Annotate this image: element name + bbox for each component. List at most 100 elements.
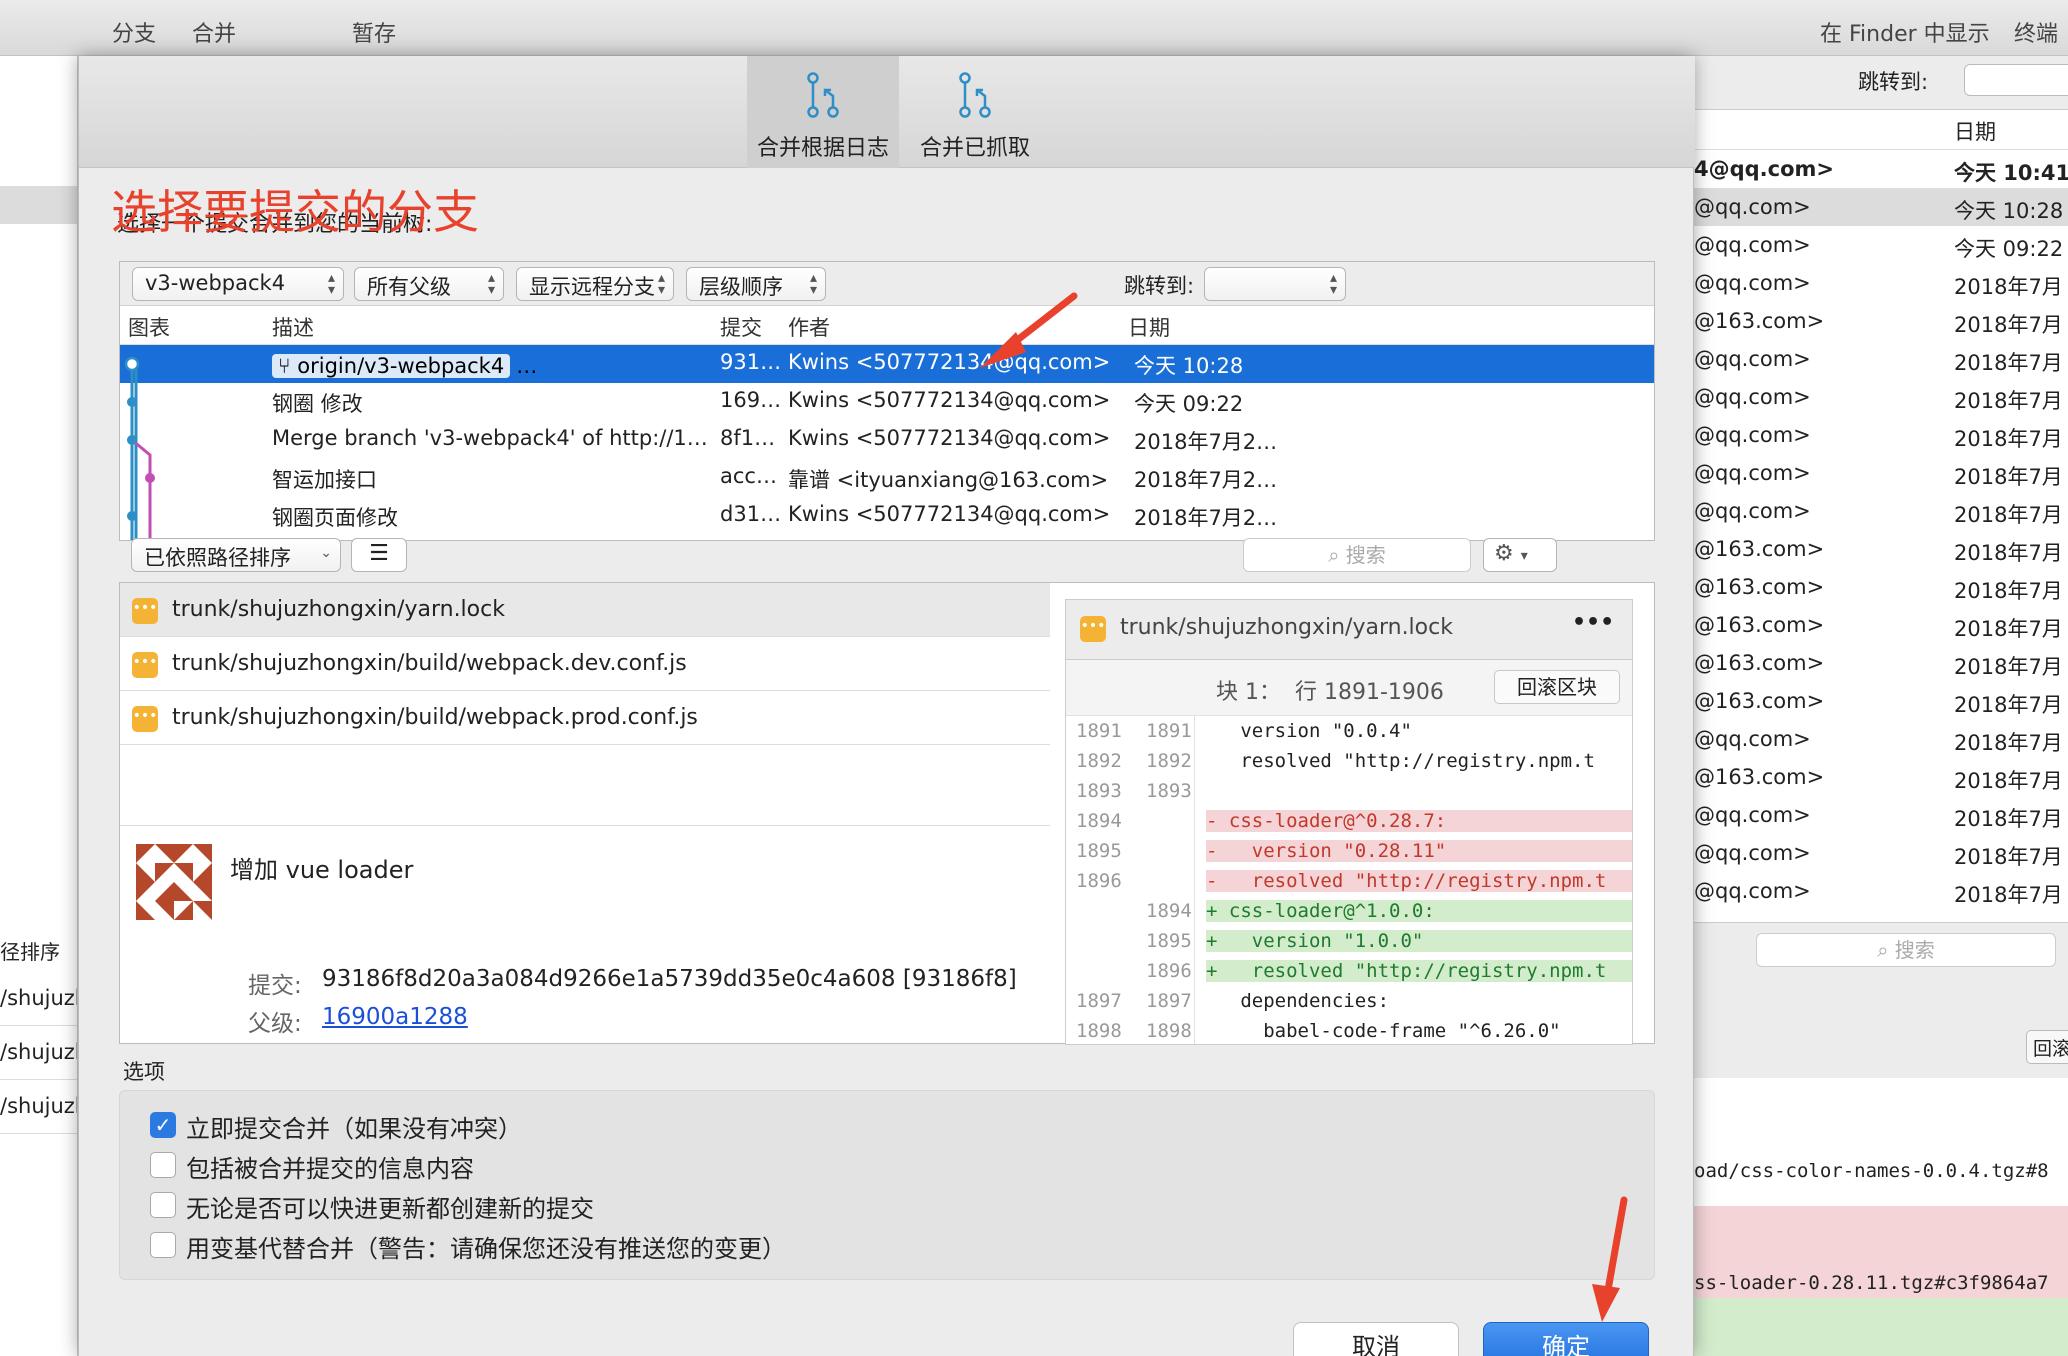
revert-hunk-button[interactable]: 回滚区块 xyxy=(1494,670,1620,704)
commit-row[interactable]: 钢圈 修改 1690...Kwins <507772134@qq.com> 今天 0… xyxy=(120,383,1654,421)
right-jump-select[interactable] xyxy=(1964,64,2068,96)
author-email: @163.com> xyxy=(1694,309,1825,333)
diff-line: 1896 - resolved "http://registry.npm.t xyxy=(1066,866,1632,896)
col-graph[interactable]: 图表 xyxy=(128,312,170,342)
background-commit-row[interactable]: @qq.com> 2018年7月 xyxy=(1694,872,2068,910)
background-commit-row[interactable]: @163.com> 2018年7月 xyxy=(1694,644,2068,682)
author-email: @qq.com> xyxy=(1694,271,1811,295)
commit-row[interactable]: 钢圈页面修改 d315...Kwins <507772134@qq.com> 201… xyxy=(120,497,1654,535)
option-checkbox[interactable] xyxy=(150,1232,176,1258)
chevron-down-icon: ⌄ xyxy=(320,545,332,561)
left-file-item[interactable]: /shujuzh xyxy=(0,1040,77,1080)
file-search-input[interactable]: ⌕ 搜索 xyxy=(1243,538,1471,572)
tab-merge-fetched[interactable]: 合并已抓取 xyxy=(899,56,1051,168)
old-line-number: 1891 xyxy=(1076,720,1122,742)
modified-file-icon: ••• xyxy=(1080,616,1106,642)
author-email: @163.com> xyxy=(1694,537,1825,561)
parents-select-value: 所有父级 xyxy=(367,275,451,299)
merge-toolbar-button[interactable]: 合并 xyxy=(192,16,236,48)
cancel-button[interactable]: 取消 xyxy=(1293,1322,1459,1356)
more-options-icon[interactable]: ••• xyxy=(1572,610,1614,635)
option-checkbox[interactable]: ✓ xyxy=(150,1112,176,1138)
col-date[interactable]: 日期 xyxy=(1128,312,1170,342)
option-checkbox[interactable] xyxy=(150,1152,176,1178)
commit-row[interactable]: ⑂ origin/v3-webpack4⑂ v3-webpack4增加 vue … xyxy=(120,345,1654,383)
new-line-number: 1898 xyxy=(1146,1020,1192,1042)
col-author[interactable]: 作者 xyxy=(788,312,830,342)
diff-line: 1892 1892 resolved "http://registry.npm.t xyxy=(1066,746,1632,776)
changed-file-row[interactable]: ••• trunk/shujuzhongxin/build/webpack.pro… xyxy=(120,691,1050,745)
background-commit-row[interactable]: @qq.com> 2018年7月 xyxy=(1694,720,2068,758)
changed-file-row[interactable]: ••• trunk/shujuzhongxin/build/webpack.dev… xyxy=(120,637,1050,691)
line-text: babel-code-frame "^6.26.0" xyxy=(1206,1020,1561,1042)
commit-row[interactable]: Merge branch 'v3-webpack4' of http://1.1… xyxy=(120,421,1654,459)
background-commit-row[interactable]: @qq.com> 2018年7月 xyxy=(1694,264,2068,302)
left-file-item[interactable]: /shujuzh xyxy=(0,986,77,1026)
modified-file-icon: ••• xyxy=(132,652,158,678)
show-in-finder-button[interactable]: 在 Finder 中显示 xyxy=(1820,16,1990,48)
background-toolbar: 分支 合并 暂存 在 Finder 中显示 终端 xyxy=(0,0,2068,56)
ok-button[interactable]: 确定 xyxy=(1483,1322,1649,1356)
list-view-button[interactable]: ☰ xyxy=(351,538,407,572)
merge-log-icon xyxy=(807,72,839,118)
options-group: ✓ 立即提交合并（如果没有冲突） 包括被合并提交的信息内容 无论是否可以快进更新都创建… xyxy=(119,1090,1655,1280)
diff-panel: ••• trunk/shujuzhongxin/yarn.lock ••• 块 … xyxy=(1065,599,1633,1045)
branch-select[interactable]: v3-webpack4 ▴ ▾ xyxy=(132,267,344,301)
line-text: - resolved "http://registry.npm.t xyxy=(1206,870,1632,892)
remote-select[interactable]: 显示远程分支 ▴ ▾ xyxy=(516,267,674,301)
option-label: 用变基代替合并（警告：请确保您还没有推送您的变更） xyxy=(186,1235,786,1263)
background-commit-row[interactable]: @qq.com> 今天 09:22 xyxy=(1694,226,2068,264)
background-commit-row[interactable]: @qq.com> 今天 10:28 xyxy=(1694,188,2068,226)
commit-row[interactable]: 智运加接口 acca... 靠谱 <ityuanxiang@163.com> 2018… xyxy=(120,459,1654,497)
settings-menu-button[interactable]: ⚙ ▾ xyxy=(1483,538,1557,572)
commit-date: 2018年7月 xyxy=(1954,769,2063,793)
background-commit-row[interactable]: @qq.com> 2018年7月 xyxy=(1694,340,2068,378)
merge-mode-segment: 合并根据日志 合并已抓取 xyxy=(79,56,1695,168)
commit-date: 2018年7月 xyxy=(1954,693,2063,717)
new-line-number: 1895 xyxy=(1146,930,1192,952)
branch-toolbar-button[interactable]: 分支 xyxy=(112,16,156,48)
changed-file-row[interactable]: ••• trunk/shujuzhongxin/yarn.lock xyxy=(120,583,1050,637)
background-right-panel: 跳转到: 日期 4@qq.com> 今天 10:41 @qq.com> 今天 10:2… xyxy=(1694,56,2068,1356)
background-commit-row[interactable]: @qq.com> 2018年7月 xyxy=(1694,834,2068,872)
commit-hash: d315... xyxy=(720,502,782,526)
background-commit-row[interactable]: @163.com> 2018年7月 xyxy=(1694,302,2068,340)
commit-date: 2018年7月 xyxy=(1954,275,2063,299)
new-line-number: 1892 xyxy=(1146,750,1192,772)
col-desc[interactable]: 描述 xyxy=(272,312,314,342)
background-commit-row[interactable]: 4@qq.com> 今天 10:41 xyxy=(1694,150,2068,188)
commit-date: 2018年7月 xyxy=(1954,883,2063,907)
sort-select-value: 已依照路径排序 xyxy=(144,546,291,570)
right-revert-button[interactable]: 回滚 xyxy=(2026,1030,2068,1064)
right-search-input[interactable]: ⌕ 搜索 xyxy=(1756,933,2056,967)
old-line-number: 1892 xyxy=(1076,750,1122,772)
terminal-button[interactable]: 终端 xyxy=(2014,16,2058,48)
author-email: @qq.com> xyxy=(1694,233,1811,257)
background-commit-row[interactable]: @163.com> 2018年7月 xyxy=(1694,530,2068,568)
tab-merge-from-log[interactable]: 合并根据日志 xyxy=(747,56,899,168)
parent-commit-link[interactable]: 16900a1288 xyxy=(322,1004,468,1030)
right-search-bar: ⌕ 搜索 xyxy=(1694,922,2068,978)
background-commit-row[interactable]: @163.com> 2018年7月 xyxy=(1694,568,2068,606)
background-commit-row[interactable]: @qq.com> 2018年7月 xyxy=(1694,416,2068,454)
background-commit-row[interactable]: @163.com> 2018年7月 xyxy=(1694,758,2068,796)
background-commit-row[interactable]: @163.com> 2018年7月 xyxy=(1694,682,2068,720)
background-commit-row[interactable]: @qq.com> 2018年7月 xyxy=(1694,454,2068,492)
parents-select[interactable]: 所有父级 ▴ ▾ xyxy=(354,267,504,301)
sort-select[interactable]: 已依照路径排序 ⌄ xyxy=(131,538,341,572)
commit-date: 今天 10:28 xyxy=(1954,199,2064,223)
file-path: trunk/shujuzhongxin/build/webpack.dev.co… xyxy=(172,651,687,676)
tab-merge-fetched-label: 合并已抓取 xyxy=(919,136,1030,161)
option-checkbox[interactable] xyxy=(150,1192,176,1218)
jump-to-select[interactable]: ▴ ▾ xyxy=(1204,267,1346,301)
order-select[interactable]: 层级顺序 ▴ ▾ xyxy=(686,267,826,301)
background-commit-row[interactable]: @qq.com> 2018年7月 xyxy=(1694,492,2068,530)
changed-files-list: ••• trunk/shujuzhongxin/yarn.lock ••• trunk… xyxy=(120,583,1050,753)
background-commit-row[interactable]: @qq.com> 2018年7月 xyxy=(1694,378,2068,416)
author-email: @qq.com> xyxy=(1694,841,1811,865)
left-file-item[interactable]: /shujuzh xyxy=(0,1094,77,1134)
col-commit[interactable]: 提交 xyxy=(720,312,762,342)
background-commit-row[interactable]: @163.com> 2018年7月 xyxy=(1694,606,2068,644)
stash-toolbar-button[interactable]: 暂存 xyxy=(352,16,396,48)
background-commit-row[interactable]: @qq.com> 2018年7月 xyxy=(1694,796,2068,834)
